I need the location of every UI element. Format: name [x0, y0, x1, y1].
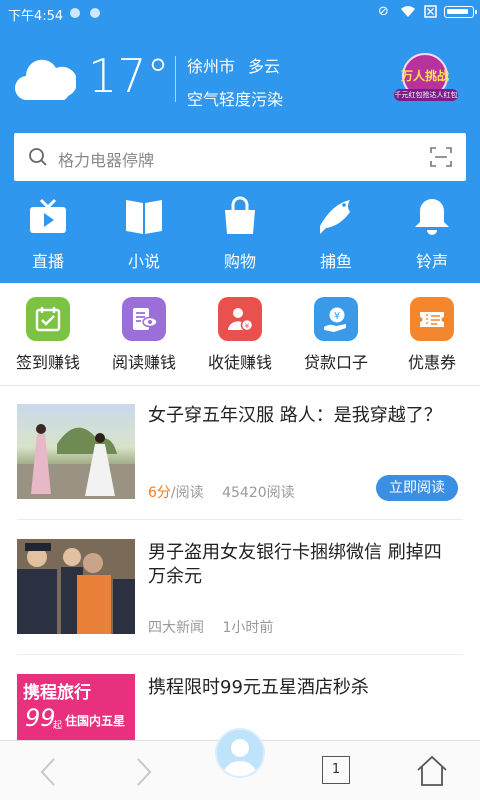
money-hand-icon: ¥ [324, 307, 346, 332]
feature-label: 收徒赚钱 [207, 353, 272, 372]
ad-price: 99 [25, 704, 56, 732]
read-eye-icon [133, 308, 158, 330]
feature-loan[interactable]: ¥ 贷款口子 [288, 294, 384, 374]
wifi-icon [400, 5, 416, 22]
news-score: 6分 [148, 485, 171, 501]
battery-level [447, 9, 468, 14]
quick-nav-live[interactable]: 直播 [8, 196, 88, 276]
tv-play-icon [30, 198, 66, 233]
read-now-button[interactable]: 立即阅读 [376, 475, 458, 501]
svg-text:¥: ¥ [334, 311, 340, 322]
quick-nav-novel[interactable]: 小说 [104, 196, 184, 276]
ad-price-unit: 起 [53, 721, 63, 731]
feature-read[interactable]: 阅读赚钱 [96, 294, 192, 374]
cloud-icon [15, 59, 76, 101]
news-title[interactable]: 男子盗用女友银行卡捆绑微信 刷掉四万余元 [148, 541, 458, 589]
search-icon [29, 148, 47, 166]
feature-label: 签到赚钱 [15, 353, 80, 372]
quick-nav-label: 直播 [31, 252, 64, 271]
temperature: 17° [88, 49, 170, 103]
header-panel: 下午4:54 ⊘ 17° 徐州市 多云 空气轻度污染 万人挑战 千元红包抢达人红… [0, 0, 480, 283]
quick-nav-ringtone[interactable]: 铃声 [392, 196, 472, 276]
weather-condition: 多云 [248, 57, 281, 76]
section-divider [0, 385, 480, 386]
book-icon [126, 200, 162, 234]
feature-coupon[interactable]: 优惠券 [384, 294, 480, 374]
search-placeholder: 格力电器停牌 [58, 151, 155, 170]
forward-icon[interactable] [134, 757, 154, 787]
air-quality: 空气轻度污染 [187, 90, 284, 109]
promo-badge-title: 万人挑战 [400, 69, 449, 83]
tab-count-button[interactable]: 1 [322, 756, 350, 784]
sim-icon [424, 5, 437, 22]
feature-icon-bg: ¥ [218, 297, 262, 341]
user-coin-icon: ¥ [228, 308, 254, 332]
search-bar[interactable]: 格力电器停牌 [14, 133, 466, 181]
news-read-count: 45420阅读 [222, 485, 295, 501]
ad-brand: 携程旅行 [23, 683, 91, 703]
quick-nav-fishing[interactable]: 捕鱼 [296, 196, 376, 276]
status-bar: 下午4:54 ⊘ [0, 0, 480, 26]
home-icon[interactable] [416, 755, 448, 787]
quick-nav-label: 购物 [223, 252, 256, 271]
quick-nav-label: 小说 [127, 252, 160, 271]
calendar-check-icon [35, 307, 61, 332]
feature-icon-bg: ¥ [314, 297, 358, 341]
feature-icon-bg [26, 297, 70, 341]
ad-thumbnail: 携程旅行 99 起 住国内五星 [17, 674, 135, 740]
news-thumbnail [17, 404, 135, 499]
mute-icon: ⊘ [378, 4, 389, 19]
status-time: 下午4:54 [8, 9, 64, 24]
coupon-icon [420, 312, 444, 327]
quick-nav-shopping[interactable]: 购物 [200, 196, 280, 276]
feature-icon-bg [410, 297, 454, 341]
news-thumbnail [17, 539, 135, 634]
news-meta: 6分/阅读 45420阅读 [148, 482, 295, 502]
quick-nav: 直播 小说 购物 捕鱼 铃声 [0, 196, 480, 276]
news-meta: 四大新闻 1小时前 [148, 617, 273, 637]
news-title[interactable]: 女子穿五年汉服 路人：是我穿越了？ [148, 404, 458, 428]
back-icon[interactable] [38, 757, 58, 787]
quick-nav-label: 铃声 [415, 252, 448, 271]
promo-badge-subtitle: 千元红包抢达人红包 [394, 89, 458, 101]
svg-text:¥: ¥ [245, 322, 250, 330]
battery-icon [444, 6, 477, 18]
fish-icon [320, 200, 350, 234]
feature-apprentice[interactable]: ¥ 收徒赚钱 [192, 294, 288, 374]
news-score-suffix: /阅读 [170, 485, 204, 501]
news-divider [17, 519, 463, 520]
feature-grid: 签到赚钱 阅读赚钱 ¥ 收徒赚钱 ¥ 贷款口子 优惠券 [0, 294, 480, 374]
feature-label: 贷款口子 [303, 353, 368, 372]
city-label[interactable]: 徐州市 [187, 53, 235, 77]
news-divider [17, 654, 463, 655]
bell-icon [415, 199, 449, 235]
avatar[interactable] [215, 728, 265, 778]
notification-icon [70, 8, 80, 18]
feature-icon-bg [122, 297, 166, 341]
shopping-bag-icon [225, 196, 255, 234]
promo-badge[interactable]: 万人挑战 千元红包抢达人红包 [390, 53, 462, 103]
scan-icon[interactable] [430, 147, 452, 167]
quick-nav-label: 捕鱼 [319, 252, 352, 271]
news-title[interactable]: 携程限时99元五星酒店秒杀 [148, 676, 458, 700]
feature-label: 阅读赚钱 [111, 353, 176, 372]
feature-label: 优惠券 [407, 353, 456, 372]
news-source: 四大新闻 [148, 620, 204, 636]
ad-text: 住国内五星 [65, 714, 126, 728]
weather-divider [175, 56, 176, 102]
notification-icon [90, 8, 100, 18]
feature-checkin[interactable]: 签到赚钱 [0, 294, 96, 374]
news-time: 1小时前 [222, 620, 274, 636]
